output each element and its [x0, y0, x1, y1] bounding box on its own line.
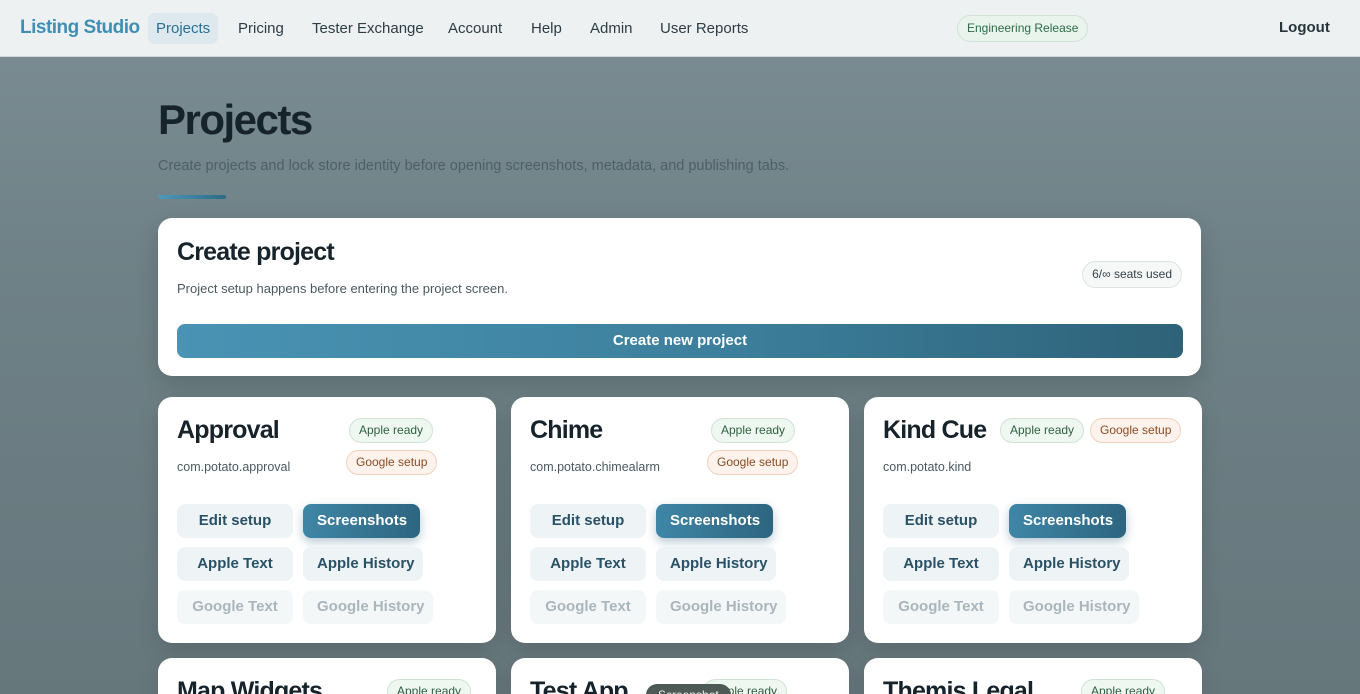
project-card-approval: Approval Apple ready Google setup com.po… [158, 397, 496, 643]
seats-badge: 6/∞ seats used [1082, 261, 1182, 288]
google-status-badge: Google setup [707, 450, 799, 475]
title-accent-bar [158, 195, 226, 199]
create-project-description: Project setup happens before entering th… [177, 281, 508, 296]
screenshot-toast: Screenshot [646, 684, 731, 694]
nav-tester-exchange[interactable]: Tester Exchange [304, 13, 432, 44]
google-status-badge: Google setup [346, 450, 438, 475]
project-card-map-widgets: Map Widgets Apple ready [158, 658, 496, 694]
create-project-card: Create project Project setup happens bef… [158, 218, 1201, 376]
logout-button[interactable]: Logout [1279, 19, 1330, 36]
google-history-button: Google History [1009, 590, 1139, 624]
create-new-project-button[interactable]: Create new project [177, 324, 1183, 358]
page-subtitle: Create projects and lock store identity … [158, 158, 790, 174]
project-name: Map Widgets [177, 677, 323, 694]
google-status-badge: Google setup [1090, 418, 1182, 443]
google-text-button: Google Text [883, 590, 999, 624]
project-card-themis-legal: Themis Legal Apple ready [864, 658, 1202, 694]
edit-setup-button[interactable]: Edit setup [883, 504, 999, 538]
nav-pricing[interactable]: Pricing [230, 13, 292, 44]
nav-admin[interactable]: Admin [582, 13, 641, 44]
apple-status-badge: Apple ready [349, 418, 434, 443]
release-badge: Engineering Release [957, 15, 1089, 42]
nav-projects[interactable]: Projects [148, 13, 219, 44]
google-history-button: Google History [303, 590, 433, 624]
apple-status-badge: Apple ready [711, 418, 796, 443]
google-history-button: Google History [656, 590, 786, 624]
create-project-title: Create project [177, 238, 335, 266]
bundle-id: com.potato.kind [883, 460, 972, 474]
project-card-chime: Chime Apple ready Google setup com.potat… [511, 397, 849, 643]
apple-history-button[interactable]: Apple History [1009, 547, 1129, 581]
screenshots-button[interactable]: Screenshots [1009, 504, 1126, 538]
brand-logo[interactable]: Listing Studio [20, 17, 140, 39]
google-text-button: Google Text [530, 590, 646, 624]
apple-status-badge: Apple ready [1000, 418, 1085, 443]
project-name: Approval [177, 416, 280, 444]
project-name: Themis Legal [883, 677, 1034, 694]
top-nav: Listing Studio Projects Pricing Tester E… [0, 0, 1360, 57]
screenshots-button[interactable]: Screenshots [303, 504, 420, 538]
edit-setup-button[interactable]: Edit setup [177, 504, 293, 538]
nav-user-reports[interactable]: User Reports [652, 13, 756, 44]
google-text-button: Google Text [177, 590, 293, 624]
page-title: Projects [158, 96, 313, 143]
project-name: Chime [530, 416, 603, 444]
apple-status-badge: Apple ready [1081, 679, 1166, 694]
project-name: Test App [530, 677, 629, 694]
apple-text-button[interactable]: Apple Text [177, 547, 293, 581]
project-name: Kind Cue [883, 416, 987, 444]
bundle-id: com.potato.approval [177, 460, 291, 474]
nav-account[interactable]: Account [440, 13, 510, 44]
apple-history-button[interactable]: Apple History [303, 547, 423, 581]
apple-text-button[interactable]: Apple Text [883, 547, 999, 581]
apple-status-badge: Apple ready [387, 679, 472, 694]
screenshots-button[interactable]: Screenshots [656, 504, 773, 538]
bundle-id: com.potato.chimealarm [530, 460, 660, 474]
edit-setup-button[interactable]: Edit setup [530, 504, 646, 538]
nav-help[interactable]: Help [523, 13, 570, 44]
project-card-kind-cue: Kind Cue Apple ready Google setup com.po… [864, 397, 1202, 643]
apple-text-button[interactable]: Apple Text [530, 547, 646, 581]
apple-history-button[interactable]: Apple History [656, 547, 776, 581]
